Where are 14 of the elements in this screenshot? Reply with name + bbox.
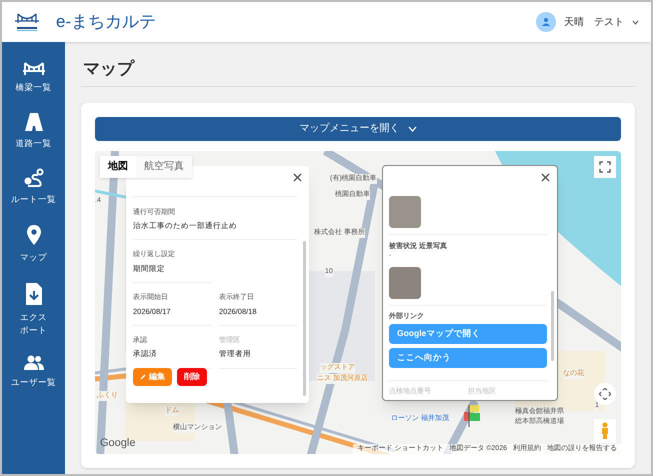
- sidebar-item[interactable]: ユーザー覧: [4, 353, 64, 391]
- app-title: e-まちカルテ: [56, 11, 156, 34]
- map-menu-button[interactable]: マップメニューを開く: [95, 116, 621, 140]
- sidebar-item[interactable]: エクスポート: [4, 280, 64, 339]
- delete-button[interactable]: 削除: [177, 368, 207, 386]
- user-name[interactable]: 天晴 テスト: [564, 14, 624, 30]
- page-title: マップ: [81, 42, 635, 86]
- sidebar-item[interactable]: ルート一覧: [4, 166, 64, 208]
- sidebar-item[interactable]: 橋梁一覧: [4, 58, 64, 96]
- sidebar-item[interactable]: マップ: [4, 222, 64, 266]
- map-type-tab[interactable]: 航空写真: [136, 156, 192, 178]
- google-logo: Google: [100, 436, 136, 450]
- sidebar-item[interactable]: 道路一覧: [4, 110, 64, 152]
- map-type-tab[interactable]: 地図: [100, 156, 136, 178]
